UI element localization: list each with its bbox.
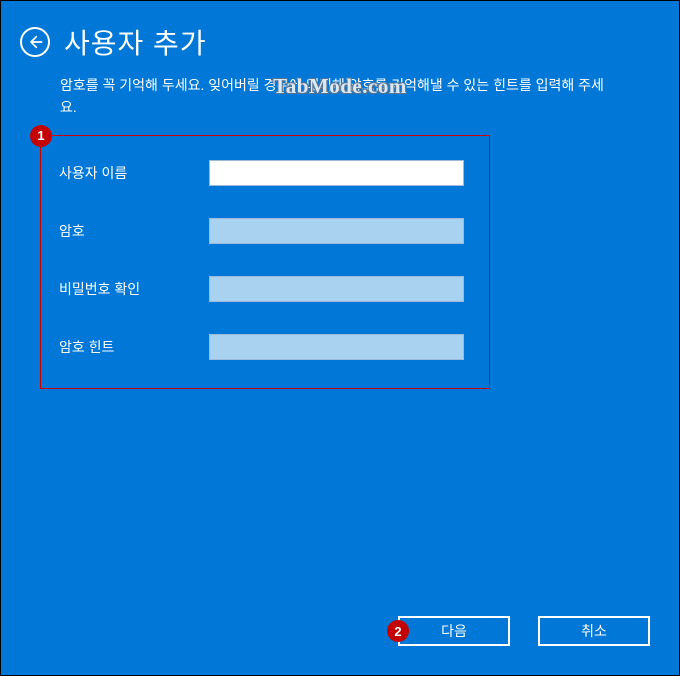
next-button[interactable]: 다음 xyxy=(398,616,510,646)
username-label: 사용자 이름 xyxy=(59,163,209,183)
cancel-button[interactable]: 취소 xyxy=(538,616,650,646)
form-row-password-hint: 암호 힌트 xyxy=(59,334,471,360)
arrow-left-icon xyxy=(27,34,43,50)
next-button-wrap: 2 다음 xyxy=(398,616,510,646)
annotation-marker-2: 2 xyxy=(387,620,409,642)
annotation-marker-1: 1 xyxy=(30,125,52,147)
page-description: 암호를 꼭 기억해 두세요. 잊어버릴 경우에 대비해 암호를 기억해낼 수 있… xyxy=(0,70,680,135)
form-row-password-confirm: 비밀번호 확인 xyxy=(59,276,471,302)
footer-button-bar: 2 다음 취소 xyxy=(398,616,650,646)
password-label: 암호 xyxy=(59,221,209,241)
form-highlight-zone: 1 사용자 이름 암호 비밀번호 확인 암호 힌트 xyxy=(40,135,490,389)
password-hint-label: 암호 힌트 xyxy=(59,337,209,357)
password-confirm-input[interactable] xyxy=(209,276,464,302)
password-input[interactable] xyxy=(209,218,464,244)
password-confirm-label: 비밀번호 확인 xyxy=(59,279,209,299)
form-row-password: 암호 xyxy=(59,218,471,244)
form-row-username: 사용자 이름 xyxy=(59,160,471,186)
username-input[interactable] xyxy=(209,160,464,186)
password-hint-input[interactable] xyxy=(209,334,464,360)
page-title: 사용자 추가 xyxy=(64,22,207,62)
back-button[interactable] xyxy=(20,27,50,57)
page-header: 사용자 추가 xyxy=(0,0,680,70)
